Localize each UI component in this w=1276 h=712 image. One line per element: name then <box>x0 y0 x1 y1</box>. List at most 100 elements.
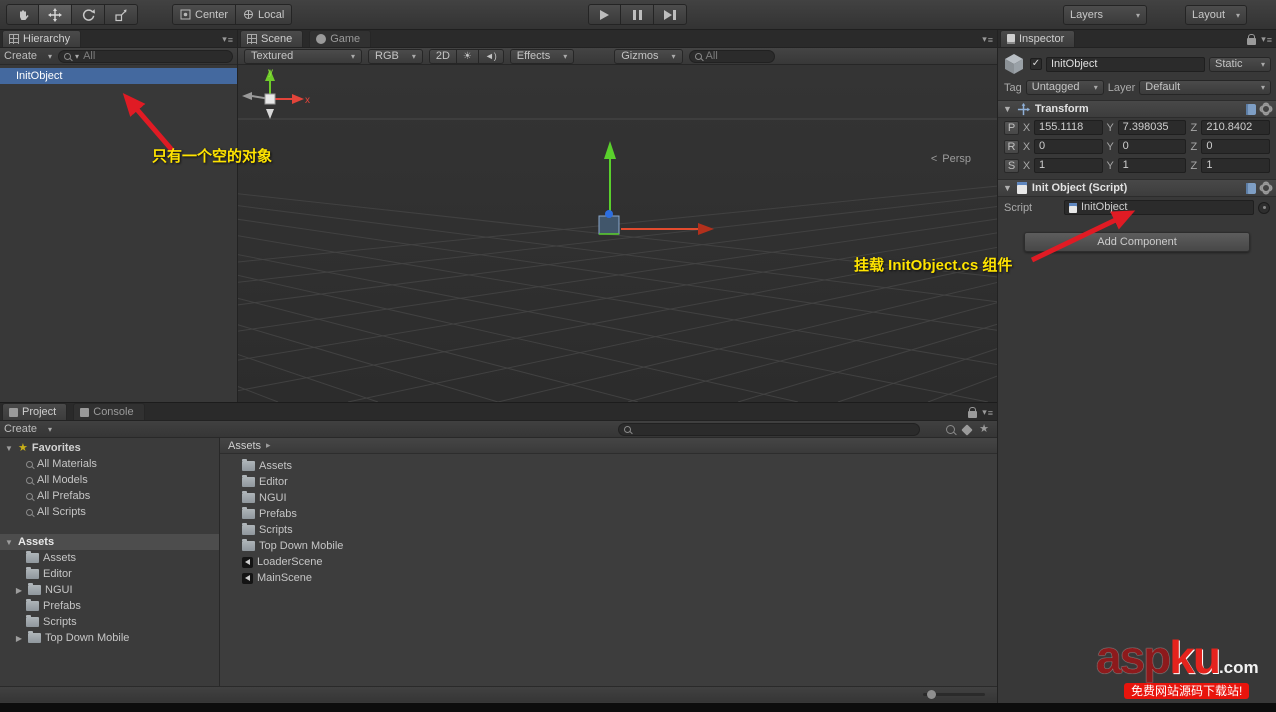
tab-inspector[interactable]: Inspector <box>1000 30 1076 47</box>
foldout-icon[interactable]: ▼ <box>1003 104 1012 114</box>
move-gizmo-y-arrowhead[interactable] <box>604 141 616 159</box>
scene-search-input[interactable]: All <box>688 49 775 63</box>
asset-scene-mainscene[interactable]: MainScene <box>220 570 997 586</box>
search-by-type-icon[interactable] <box>946 425 956 434</box>
pane-options-icon[interactable]: ▾ ≡ <box>982 34 993 45</box>
pivot-local-button[interactable]: Local <box>236 4 293 25</box>
hierarchy-search-input[interactable]: ▾ All <box>58 49 233 63</box>
help-book-icon[interactable] <box>1246 103 1256 115</box>
tree-item-assets[interactable]: Assets <box>0 550 219 566</box>
position-y-field[interactable]: 7.398035 <box>1117 120 1187 135</box>
pause-button[interactable] <box>621 4 654 25</box>
tree-item-scripts[interactable]: Scripts <box>0 614 219 630</box>
tab-hierarchy[interactable]: Hierarchy <box>2 30 82 47</box>
position-z-field[interactable]: 210.8402 <box>1201 120 1271 135</box>
help-book-icon[interactable] <box>1246 182 1256 194</box>
asset-scene-loaderscene[interactable]: LoaderScene <box>220 554 997 570</box>
object-picker-icon[interactable] <box>1258 201 1270 214</box>
toggle-2d-button[interactable]: 2D <box>428 48 457 64</box>
label-tag-icon[interactable] <box>961 423 973 436</box>
scene-viewport[interactable]: y x < Persp <box>238 65 997 402</box>
move-tool-button[interactable] <box>39 4 72 25</box>
hierarchy-create-button[interactable]: Create ▾ <box>4 50 52 62</box>
shading-mode-dropdown[interactable]: Textured ▾ <box>244 48 362 64</box>
asset-folder-assets[interactable]: Assets <box>220 458 997 474</box>
gear-icon[interactable] <box>1261 183 1271 193</box>
play-button[interactable] <box>588 4 621 25</box>
layer-dropdown[interactable]: Default ▾ <box>1139 80 1271 95</box>
rotate-tool-button[interactable] <box>72 4 105 25</box>
script-component-header[interactable]: ▼ Init Object (Script) <box>998 179 1276 197</box>
tab-scene[interactable]: Scene <box>240 30 304 47</box>
pan-tool-button[interactable] <box>6 4 39 25</box>
asset-folder-prefabs[interactable]: Prefabs <box>220 506 997 522</box>
step-button[interactable] <box>654 4 687 25</box>
rotation-x-field[interactable]: 0 <box>1034 139 1103 154</box>
tab-console[interactable]: Console <box>73 403 145 420</box>
favorite-item-all-prefabs[interactable]: All Prefabs <box>0 488 219 504</box>
scale-mode-button[interactable]: S <box>1004 158 1019 173</box>
rotation-mode-button[interactable]: R <box>1004 139 1019 154</box>
gizmo-x-cone[interactable] <box>292 94 304 104</box>
hierarchy-item-initobject[interactable]: InitObject <box>0 68 237 84</box>
pane-options-icon[interactable]: ▾ ≡ <box>222 34 233 45</box>
transform-component-header[interactable]: ▼ Transform <box>998 100 1276 118</box>
move-gizmo-x-arrowhead[interactable] <box>698 223 714 235</box>
tag-dropdown[interactable]: Untagged ▾ <box>1025 80 1104 95</box>
tree-item-top-down-mobile[interactable]: ▶ Top Down Mobile <box>0 630 219 646</box>
pane-options-icon[interactable]: ▾ ≡ <box>1261 34 1272 45</box>
rotation-z-field[interactable]: 0 <box>1201 139 1271 154</box>
add-component-button[interactable]: Add Component <box>1024 232 1250 252</box>
scale-z-field[interactable]: 1 <box>1201 158 1271 173</box>
layers-dropdown[interactable]: Layers ▾ <box>1063 5 1147 25</box>
tab-game[interactable]: Game <box>309 30 372 47</box>
tree-item-ngui[interactable]: ▶ NGUI <box>0 582 219 598</box>
scale-y-field[interactable]: 1 <box>1117 158 1187 173</box>
script-object-field[interactable]: InitObject <box>1064 200 1254 215</box>
render-channel-dropdown[interactable]: RGB ▾ <box>368 48 423 64</box>
scene-audio-button[interactable]: ◄) <box>478 48 504 64</box>
scale-tool-button[interactable] <box>105 4 138 25</box>
projection-mode-label[interactable]: < Persp <box>931 153 971 165</box>
gizmo-center-cube[interactable] <box>264 93 276 105</box>
pivot-center-button[interactable]: Center <box>172 4 237 25</box>
layout-dropdown[interactable]: Layout ▾ <box>1185 5 1247 25</box>
tree-item-prefabs[interactable]: Prefabs <box>0 598 219 614</box>
foldout-icon[interactable]: ▼ <box>1003 183 1012 193</box>
tab-project[interactable]: Project <box>2 403 68 420</box>
asset-folder-editor[interactable]: Editor <box>220 474 997 490</box>
gear-icon[interactable] <box>1261 104 1271 114</box>
rotation-y-field[interactable]: 0 <box>1117 139 1187 154</box>
expand-icon[interactable]: ▶ <box>14 634 24 643</box>
slider-thumb[interactable] <box>927 690 936 699</box>
project-create-button[interactable]: Create ▾ <box>4 423 52 435</box>
favorites-star-icon[interactable]: ★ <box>979 424 989 435</box>
position-x-field[interactable]: 155.1118 <box>1034 120 1103 135</box>
static-dropdown[interactable]: Static ▾ <box>1209 56 1271 72</box>
scene-lighting-button[interactable]: ☀ <box>456 48 479 64</box>
breadcrumb[interactable]: Assets ▸ <box>220 438 997 454</box>
position-mode-button[interactable]: P <box>1004 120 1019 135</box>
vertex-handle[interactable] <box>605 210 613 218</box>
favorites-foldout[interactable]: ▼ ★ Favorites <box>0 440 219 456</box>
favorite-item-all-scripts[interactable]: All Scripts <box>0 504 219 520</box>
pane-options-icon[interactable]: ▾ ≡ <box>982 407 993 418</box>
favorite-item-all-models[interactable]: All Models <box>0 472 219 488</box>
lock-icon[interactable] <box>1247 34 1257 45</box>
favorite-item-all-materials[interactable]: All Materials <box>0 456 219 472</box>
selected-cube-object[interactable] <box>598 215 620 235</box>
asset-folder-ngui[interactable]: NGUI <box>220 490 997 506</box>
active-checkbox[interactable]: ✓ <box>1030 58 1042 70</box>
tree-item-editor[interactable]: Editor <box>0 566 219 582</box>
foldout-icon[interactable]: ▼ <box>4 538 14 547</box>
asset-folder-scripts[interactable]: Scripts <box>220 522 997 538</box>
object-name-field[interactable]: InitObject <box>1046 56 1205 72</box>
asset-folder-top-down-mobile[interactable]: Top Down Mobile <box>220 538 997 554</box>
tree-item-assets-root[interactable]: ▼ Assets <box>0 534 219 550</box>
expand-icon[interactable]: ▶ <box>14 586 24 595</box>
project-search-input[interactable] <box>618 423 920 436</box>
effects-dropdown[interactable]: Effects ▾ <box>509 48 575 64</box>
gizmos-dropdown[interactable]: Gizmos ▾ <box>614 48 683 64</box>
scene-orientation-gizmo[interactable]: y x <box>238 65 310 125</box>
lock-icon[interactable] <box>968 407 978 418</box>
